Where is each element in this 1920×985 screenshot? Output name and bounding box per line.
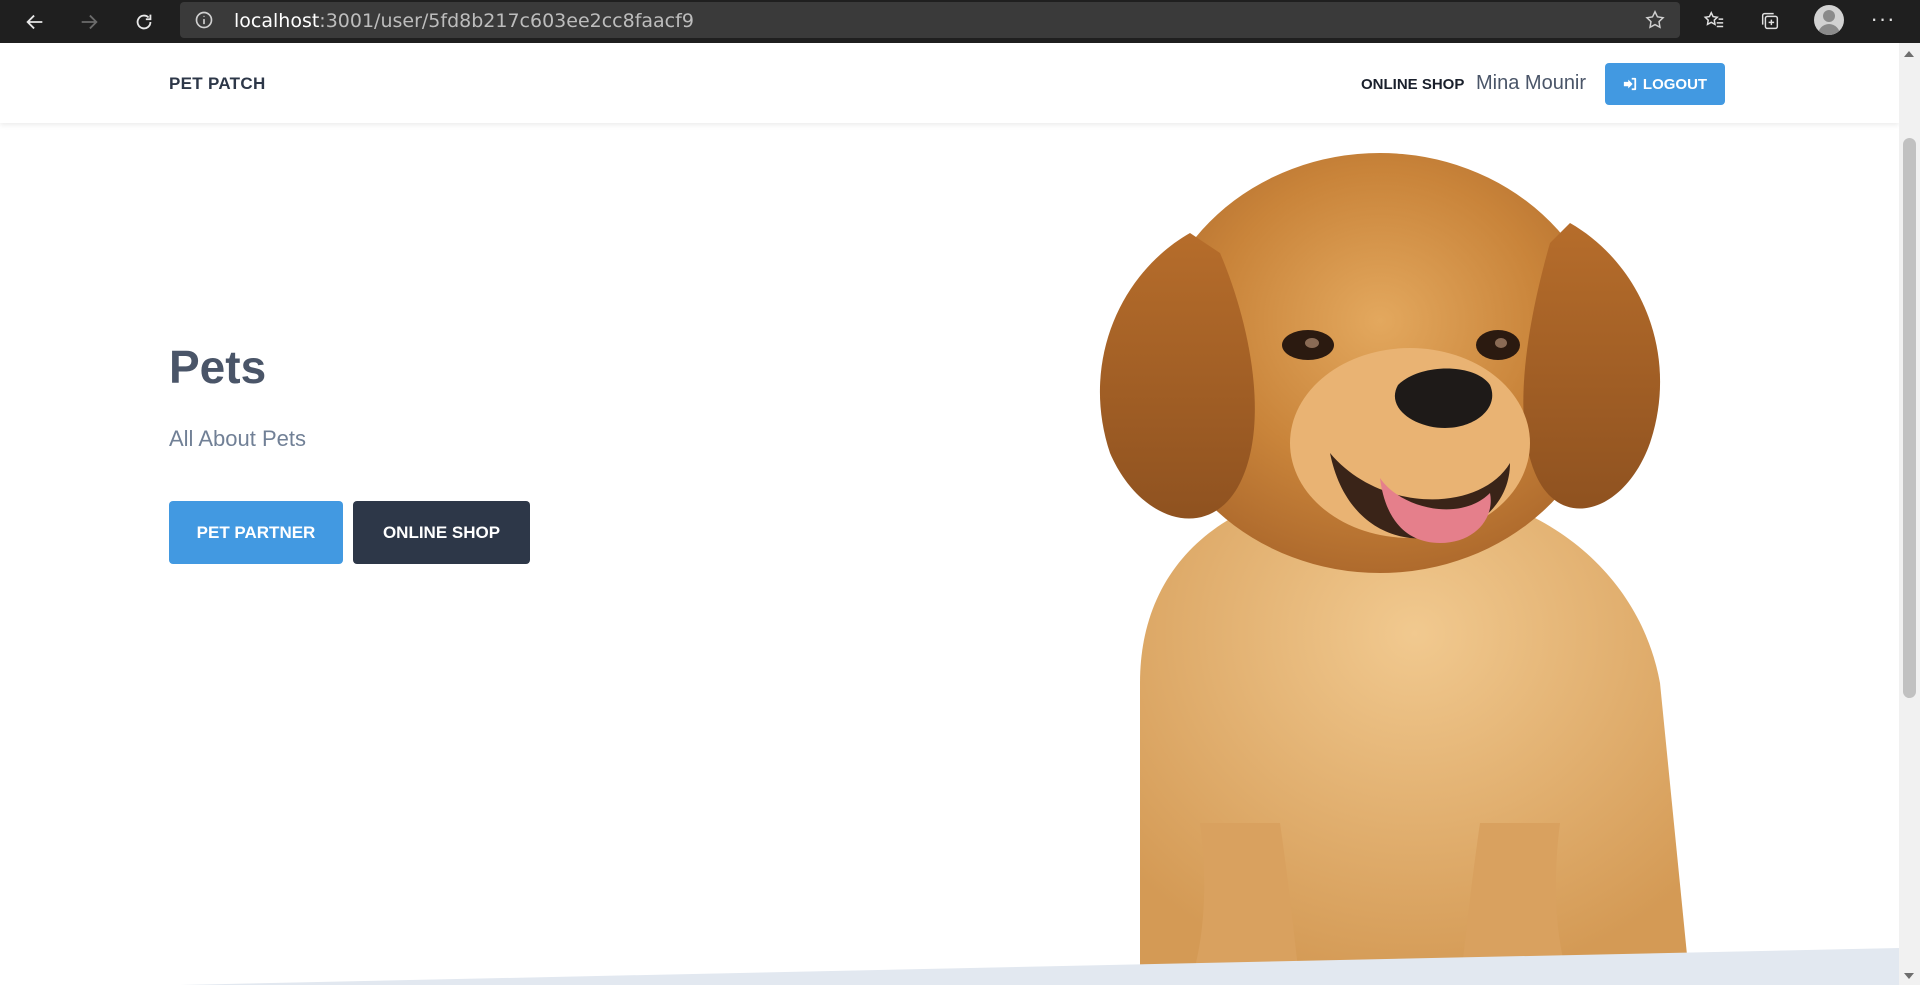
online-shop-button[interactable]: ONLINE SHOP — [353, 501, 530, 564]
back-icon[interactable] — [19, 6, 51, 38]
info-icon[interactable] — [194, 10, 214, 30]
pet-partner-button[interactable]: PET PARTNER — [169, 501, 343, 564]
favorites-icon[interactable] — [1700, 7, 1728, 35]
url-host: localhost — [234, 10, 320, 32]
browser-toolbar: localhost:3001/user/5fd8b217c603ee2cc8fa… — [0, 0, 1920, 43]
scroll-thumb[interactable] — [1903, 138, 1916, 698]
logout-label: LOGOUT — [1642, 75, 1708, 93]
url-text[interactable]: localhost:3001/user/5fd8b217c603ee2cc8fa… — [234, 10, 694, 32]
sign-in-icon — [1623, 77, 1637, 91]
puppy-image — [1099, 153, 1690, 985]
url-path: :3001/user/5fd8b217c603ee2cc8faacf9 — [319, 10, 694, 32]
logout-button[interactable]: LOGOUT — [1605, 63, 1725, 105]
hero-title: Pets — [169, 341, 267, 393]
profile-icon[interactable] — [1814, 5, 1844, 35]
page-viewport: PET PATCH ONLINE SHOP Mina Mounir LOGOUT… — [0, 43, 1899, 985]
site-header: PET PATCH ONLINE SHOP Mina Mounir LOGOUT — [0, 43, 1899, 123]
refresh-icon[interactable] — [128, 6, 160, 38]
forward-icon[interactable] — [73, 6, 105, 38]
user-name: Mina Mounir — [1476, 72, 1587, 94]
star-icon[interactable] — [1644, 9, 1666, 31]
scroll-up-icon[interactable] — [1904, 51, 1914, 57]
brand-logo[interactable]: PET PATCH — [169, 74, 266, 94]
collections-icon[interactable] — [1756, 7, 1784, 35]
more-icon[interactable]: ··· — [1868, 6, 1898, 36]
address-bar[interactable]: localhost:3001/user/5fd8b217c603ee2cc8fa… — [180, 2, 1680, 38]
scroll-down-icon[interactable] — [1904, 973, 1914, 979]
nav-online-shop[interactable]: ONLINE SHOP — [1361, 76, 1464, 93]
vertical-scrollbar[interactable] — [1899, 43, 1920, 985]
hero-subtitle: All About Pets — [169, 426, 306, 451]
